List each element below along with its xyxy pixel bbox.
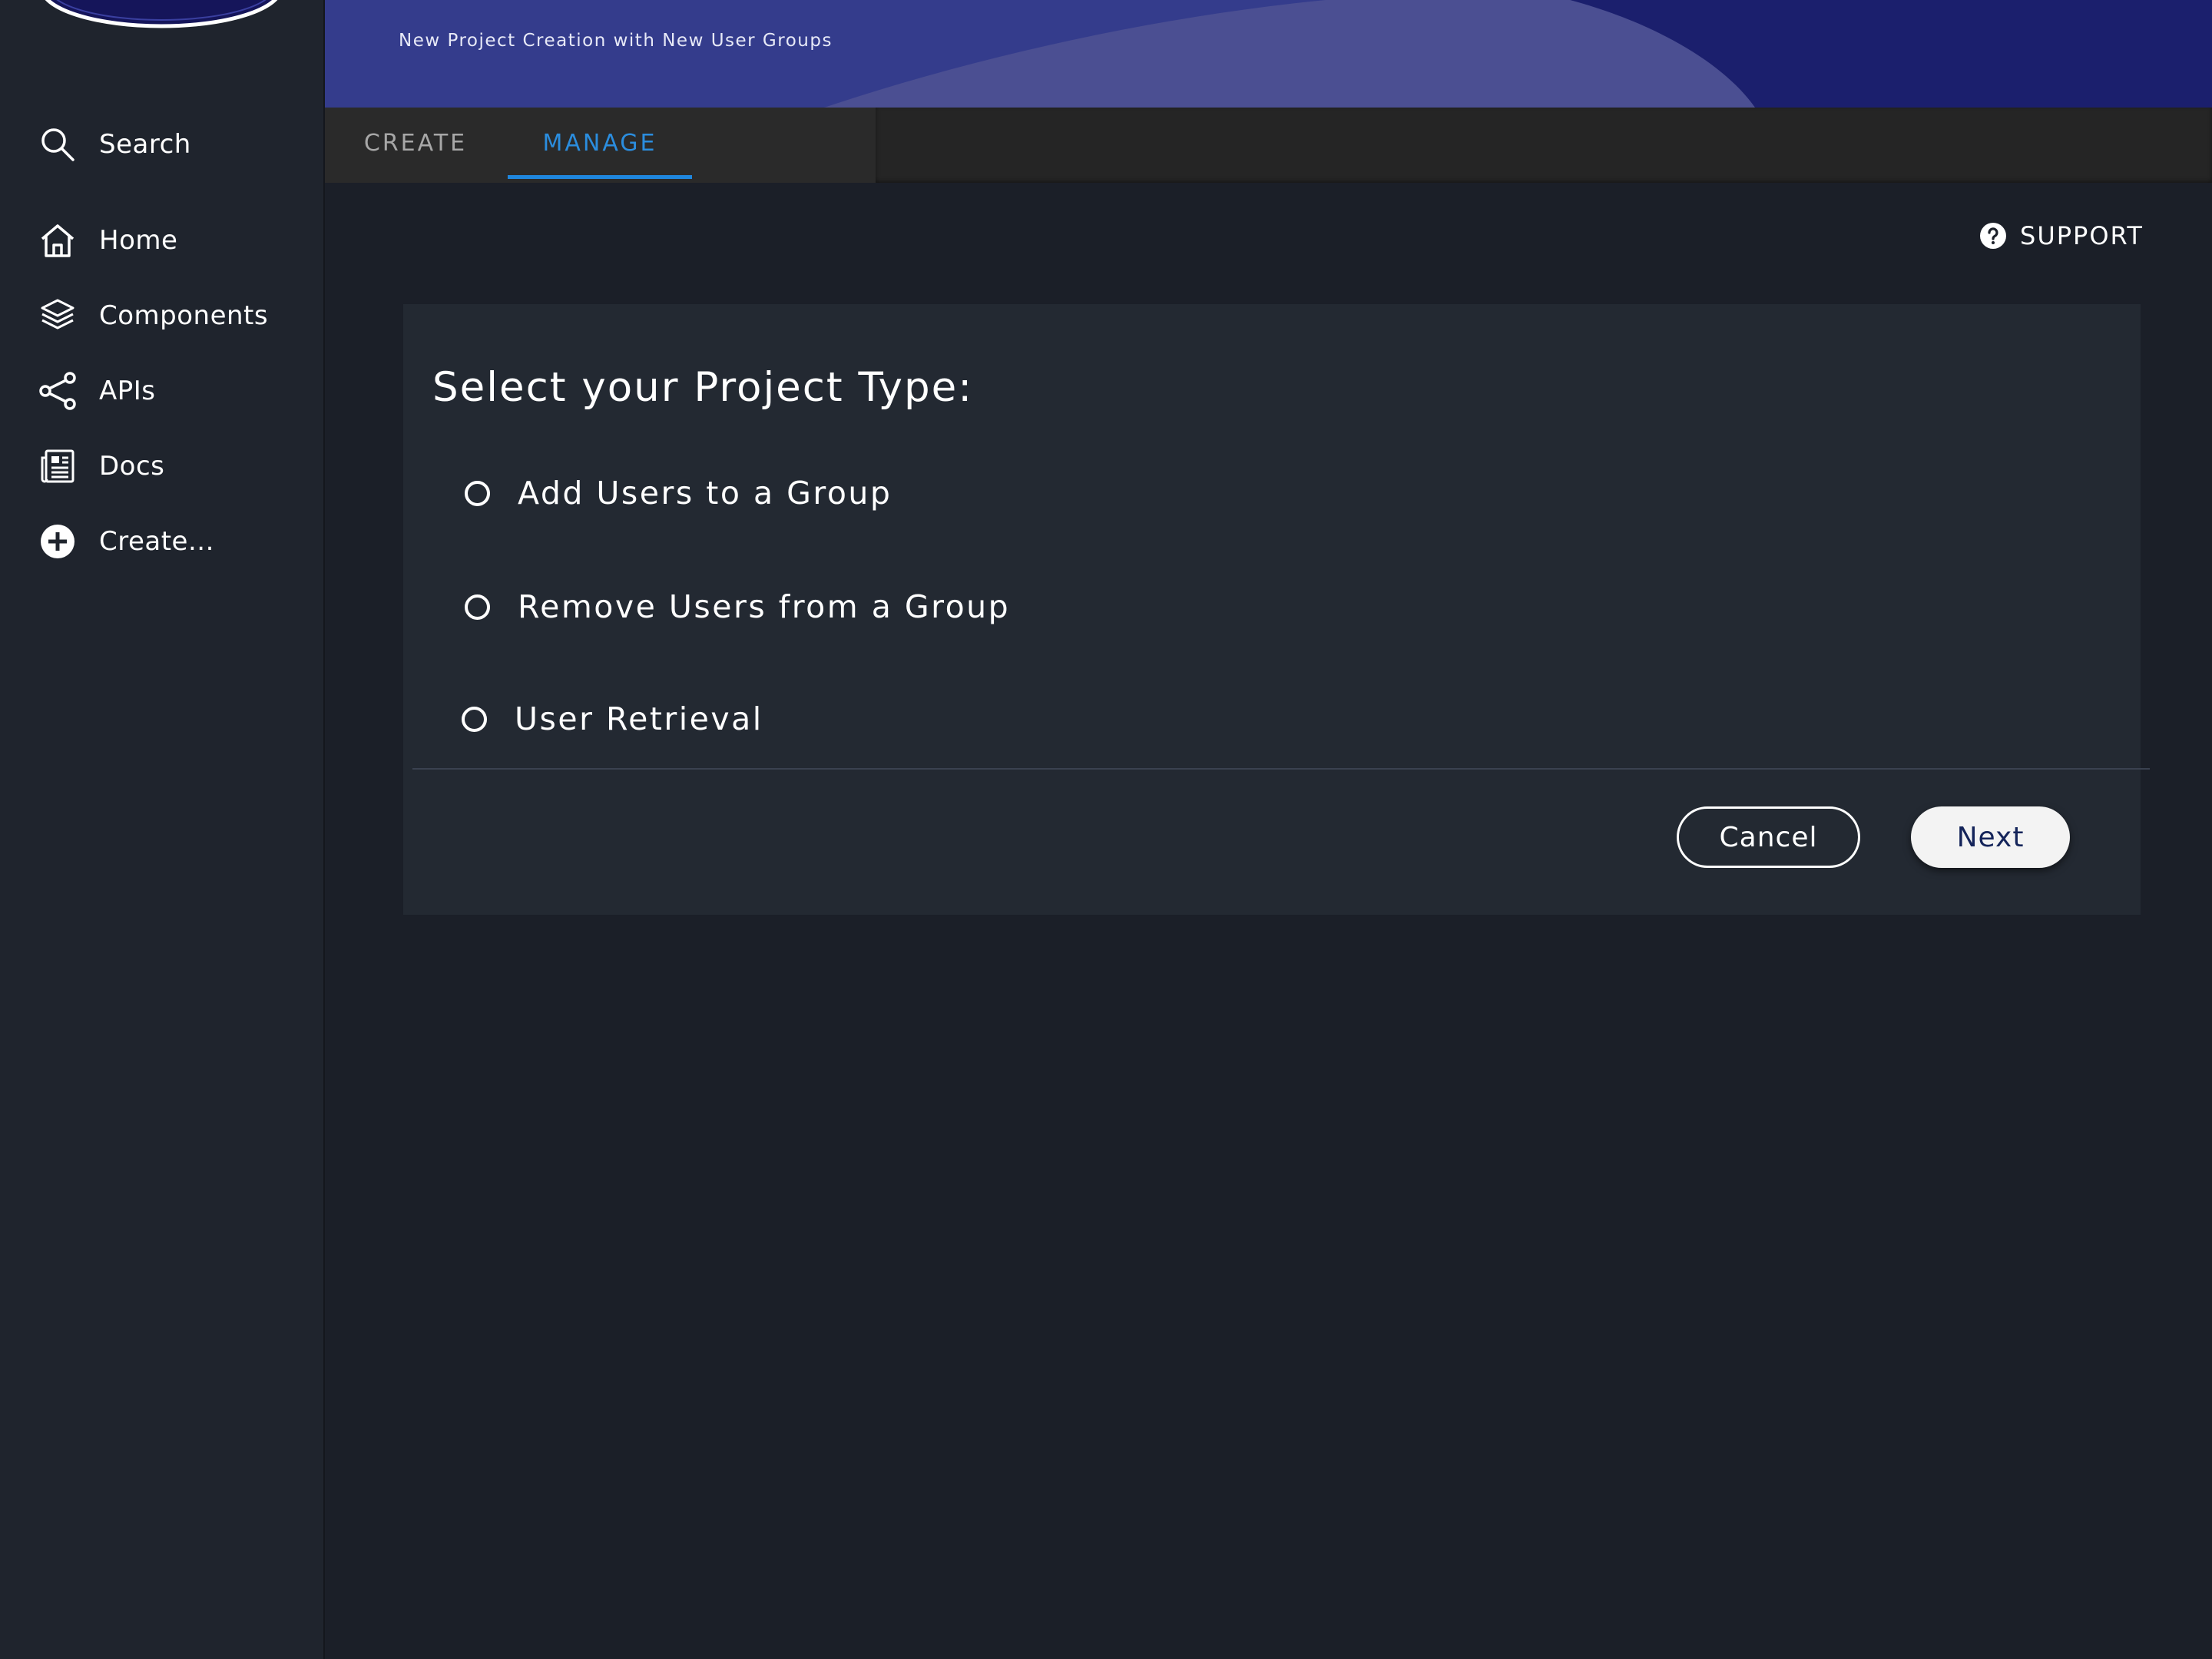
option-add-users[interactable]: Add Users to a Group <box>465 470 892 516</box>
card-title: Select your Project Type: <box>432 364 974 411</box>
sidebar-item-label: APIs <box>99 376 156 406</box>
option-label: Remove Users from a Group <box>518 588 1011 625</box>
sidebar-item-components[interactable]: Components <box>0 285 325 346</box>
sidebar-item-label: Docs <box>99 451 165 482</box>
layers-icon <box>38 296 77 335</box>
sidebar-item-home[interactable]: Home <box>0 210 325 271</box>
active-tab-indicator <box>508 175 692 179</box>
ford-oval-logo-icon[interactable] <box>38 0 284 29</box>
help-circle-icon <box>1980 223 2006 249</box>
share-icon <box>38 372 77 410</box>
search-icon <box>38 125 77 164</box>
hero-background-shapes <box>325 0 2212 108</box>
card-divider <box>412 768 2150 770</box>
support-link[interactable]: SUPPORT <box>1980 219 2144 253</box>
hero-banner: New Project Creation with New User Group… <box>325 0 2212 108</box>
radio-button[interactable] <box>465 480 490 506</box>
tab-manage[interactable]: MANAGE <box>508 108 692 178</box>
plus-circle-icon <box>38 522 77 561</box>
radio-button[interactable] <box>465 594 490 620</box>
tab-bar-spacer <box>876 108 2212 183</box>
sidebar-item-apis[interactable]: APIs <box>0 360 325 422</box>
option-label: User Retrieval <box>515 700 763 737</box>
option-user-retrieval[interactable]: User Retrieval <box>462 696 763 742</box>
cancel-button[interactable]: Cancel <box>1677 806 1860 868</box>
option-label: Add Users to a Group <box>518 475 892 512</box>
document-icon <box>38 447 77 485</box>
project-type-card: Select your Project Type: Add Users to a… <box>403 304 2150 915</box>
sidebar-item-label: Create... <box>99 526 214 557</box>
sidebar-item-docs[interactable]: Docs <box>0 435 325 497</box>
sidebar-item-search[interactable]: Search <box>0 114 325 175</box>
sidebar-item-label: Home <box>99 225 178 256</box>
hero-subtitle: New Project Creation with New User Group… <box>399 31 833 51</box>
sidebar-item-label: Components <box>99 300 269 331</box>
sidebar: Search Home Components APIs Docs Create.… <box>0 0 325 1659</box>
next-button[interactable]: Next <box>1911 806 2070 868</box>
sidebar-item-create[interactable]: Create... <box>0 511 325 572</box>
option-remove-users[interactable]: Remove Users from a Group <box>465 584 1010 630</box>
tab-bar: CREATE MANAGE <box>325 108 2212 183</box>
home-icon <box>38 221 77 260</box>
tab-create[interactable]: CREATE <box>349 108 482 178</box>
support-label: SUPPORT <box>2020 221 2144 250</box>
sidebar-item-label: Search <box>99 129 191 160</box>
radio-button[interactable] <box>462 706 487 732</box>
